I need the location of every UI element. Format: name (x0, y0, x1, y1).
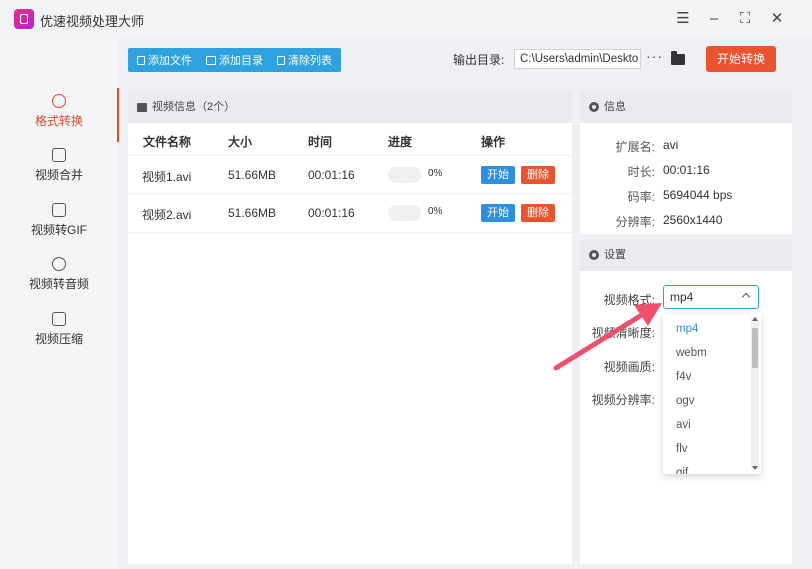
info-panel-title: 信息 (604, 101, 626, 113)
file-toolbar: 添加文件 添加目录 清除列表 (128, 48, 341, 72)
progress-bar (388, 167, 421, 183)
format-option-flv[interactable]: flv (676, 443, 688, 455)
file-duration: 00:01:16 (308, 206, 355, 220)
app-logo-icon (14, 9, 34, 29)
format-option-f4v[interactable]: f4v (676, 371, 691, 383)
format-dropdown: mp4 webm f4v ogv avi flv gif (663, 314, 761, 474)
title-bar: 优速视频处理大师 ☰ – ⛶ ✕ (0, 0, 812, 38)
add-file-button[interactable]: 添加文件 (130, 52, 199, 68)
info-key: 分辨率: (615, 215, 655, 229)
progress-percent: 0% (428, 206, 443, 217)
folder-icon (206, 55, 216, 65)
add-dir-label: 添加目录 (219, 55, 263, 67)
info-value: avi (663, 138, 679, 152)
gif-icon (52, 203, 66, 217)
row-start-button[interactable]: 开始 (481, 166, 515, 184)
sidebar-item-label: 格式转换 (34, 114, 83, 128)
sidebar-item-format-convert[interactable]: 格式转换 (0, 88, 119, 142)
sidebar-item-label: 视频转GIF (31, 223, 87, 237)
format-option-mp4[interactable]: mp4 (676, 323, 698, 335)
column-header-size: 大小 (228, 135, 253, 149)
clear-list-label: 清除列表 (288, 55, 332, 67)
compress-icon (52, 312, 66, 326)
sidebar-item-audio[interactable]: 视频转音频 (0, 251, 118, 305)
minimize-icon[interactable]: – (703, 8, 725, 30)
video-panel-header: 视频信息（2个） (128, 92, 572, 123)
column-header-progress: 进度 (388, 135, 413, 149)
sidebar-item-merge[interactable]: 视频合并 (0, 142, 118, 196)
file-size: 51.66MB (228, 168, 277, 182)
sidebar-item-compress[interactable]: 视频压缩 (0, 306, 118, 360)
info-key: 码率: (627, 190, 655, 204)
format-option-webm[interactable]: webm (676, 347, 707, 359)
column-header-time: 时间 (308, 135, 333, 149)
row-delete-button[interactable]: 删除 (521, 166, 555, 184)
add-file-label: 添加文件 (148, 55, 192, 67)
file-name: 视频2.avi (142, 208, 192, 222)
trash-icon (277, 55, 285, 65)
format-option-avi[interactable]: avi (676, 419, 691, 431)
output-dir-input[interactable]: C:\Users\admin\Deskto (514, 49, 641, 69)
info-value: 5694044 bps (663, 188, 733, 202)
video-resolution-label: 视频分辨率: (591, 393, 655, 407)
video-clarity-label: 视频清晰度: (591, 326, 655, 340)
video-format-label: 视频格式: (603, 293, 655, 307)
file-size: 51.66MB (228, 206, 277, 220)
maximize-icon[interactable]: ⛶ (734, 8, 756, 30)
sidebar-item-label: 视频压缩 (34, 332, 83, 346)
info-key: 时长: (627, 165, 655, 179)
sidebar-item-label: 视频转音频 (28, 277, 89, 291)
chevron-up-icon (741, 292, 751, 302)
table-row: 视频1.avi 51.66MB 00:01:16 0% 开始 删除 (128, 155, 572, 194)
info-key: 扩展名: (615, 140, 655, 154)
more-options-button[interactable]: ··· (646, 48, 663, 64)
scroll-down-icon[interactable] (752, 466, 758, 470)
video-format-select[interactable]: mp4 (663, 285, 759, 309)
merge-icon (52, 148, 66, 162)
progress-percent: 0% (428, 168, 443, 179)
video-quality-label: 视频画质: (603, 360, 655, 374)
file-duration: 00:01:16 (308, 168, 355, 182)
open-folder-icon[interactable] (671, 51, 685, 65)
table-row: 视频2.avi 51.66MB 00:01:16 0% 开始 删除 (128, 193, 572, 233)
gear-icon (589, 250, 599, 260)
info-value: 00:01:16 (663, 163, 710, 177)
row-delete-button[interactable]: 删除 (521, 204, 555, 222)
start-convert-button[interactable]: 开始转换 (706, 46, 776, 72)
add-dir-button[interactable]: 添加目录 (199, 52, 270, 68)
row-start-button[interactable]: 开始 (481, 204, 515, 222)
format-option-ogv[interactable]: ogv (676, 395, 695, 407)
close-icon[interactable]: ✕ (766, 8, 788, 30)
sidebar-item-gif[interactable]: 视频转GIF (0, 197, 118, 251)
scrollbar-thumb[interactable] (752, 328, 758, 368)
gear-icon (589, 102, 599, 112)
menu-icon[interactable]: ☰ (672, 8, 694, 30)
video-panel-title: 视频信息（2个） (152, 101, 236, 113)
format-option-gif[interactable]: gif (676, 467, 688, 474)
app-title: 优速视频处理大师 (40, 14, 145, 29)
sidebar-item-label: 视频合并 (34, 168, 83, 182)
audio-icon (52, 257, 66, 271)
video-format-value: mp4 (670, 290, 694, 304)
scroll-up-icon[interactable] (752, 317, 758, 321)
info-value: 2560x1440 (663, 213, 723, 227)
progress-bar (388, 205, 421, 221)
info-panel-header: 信息 (580, 92, 792, 123)
format-convert-icon (52, 94, 66, 108)
column-header-name: 文件名称 (143, 135, 192, 149)
file-name: 视频1.avi (142, 170, 192, 184)
image-icon (137, 103, 147, 112)
output-dir-label: 输出目录: (453, 53, 505, 67)
settings-panel-title: 设置 (604, 249, 626, 261)
clear-list-button[interactable]: 清除列表 (270, 52, 339, 68)
file-icon (137, 55, 145, 65)
settings-panel-header: 设置 (580, 240, 792, 271)
sidebar: 格式转换 视频合并 视频转GIF 视频转音频 视频压缩 (0, 38, 119, 569)
column-header-actions: 操作 (481, 135, 506, 149)
